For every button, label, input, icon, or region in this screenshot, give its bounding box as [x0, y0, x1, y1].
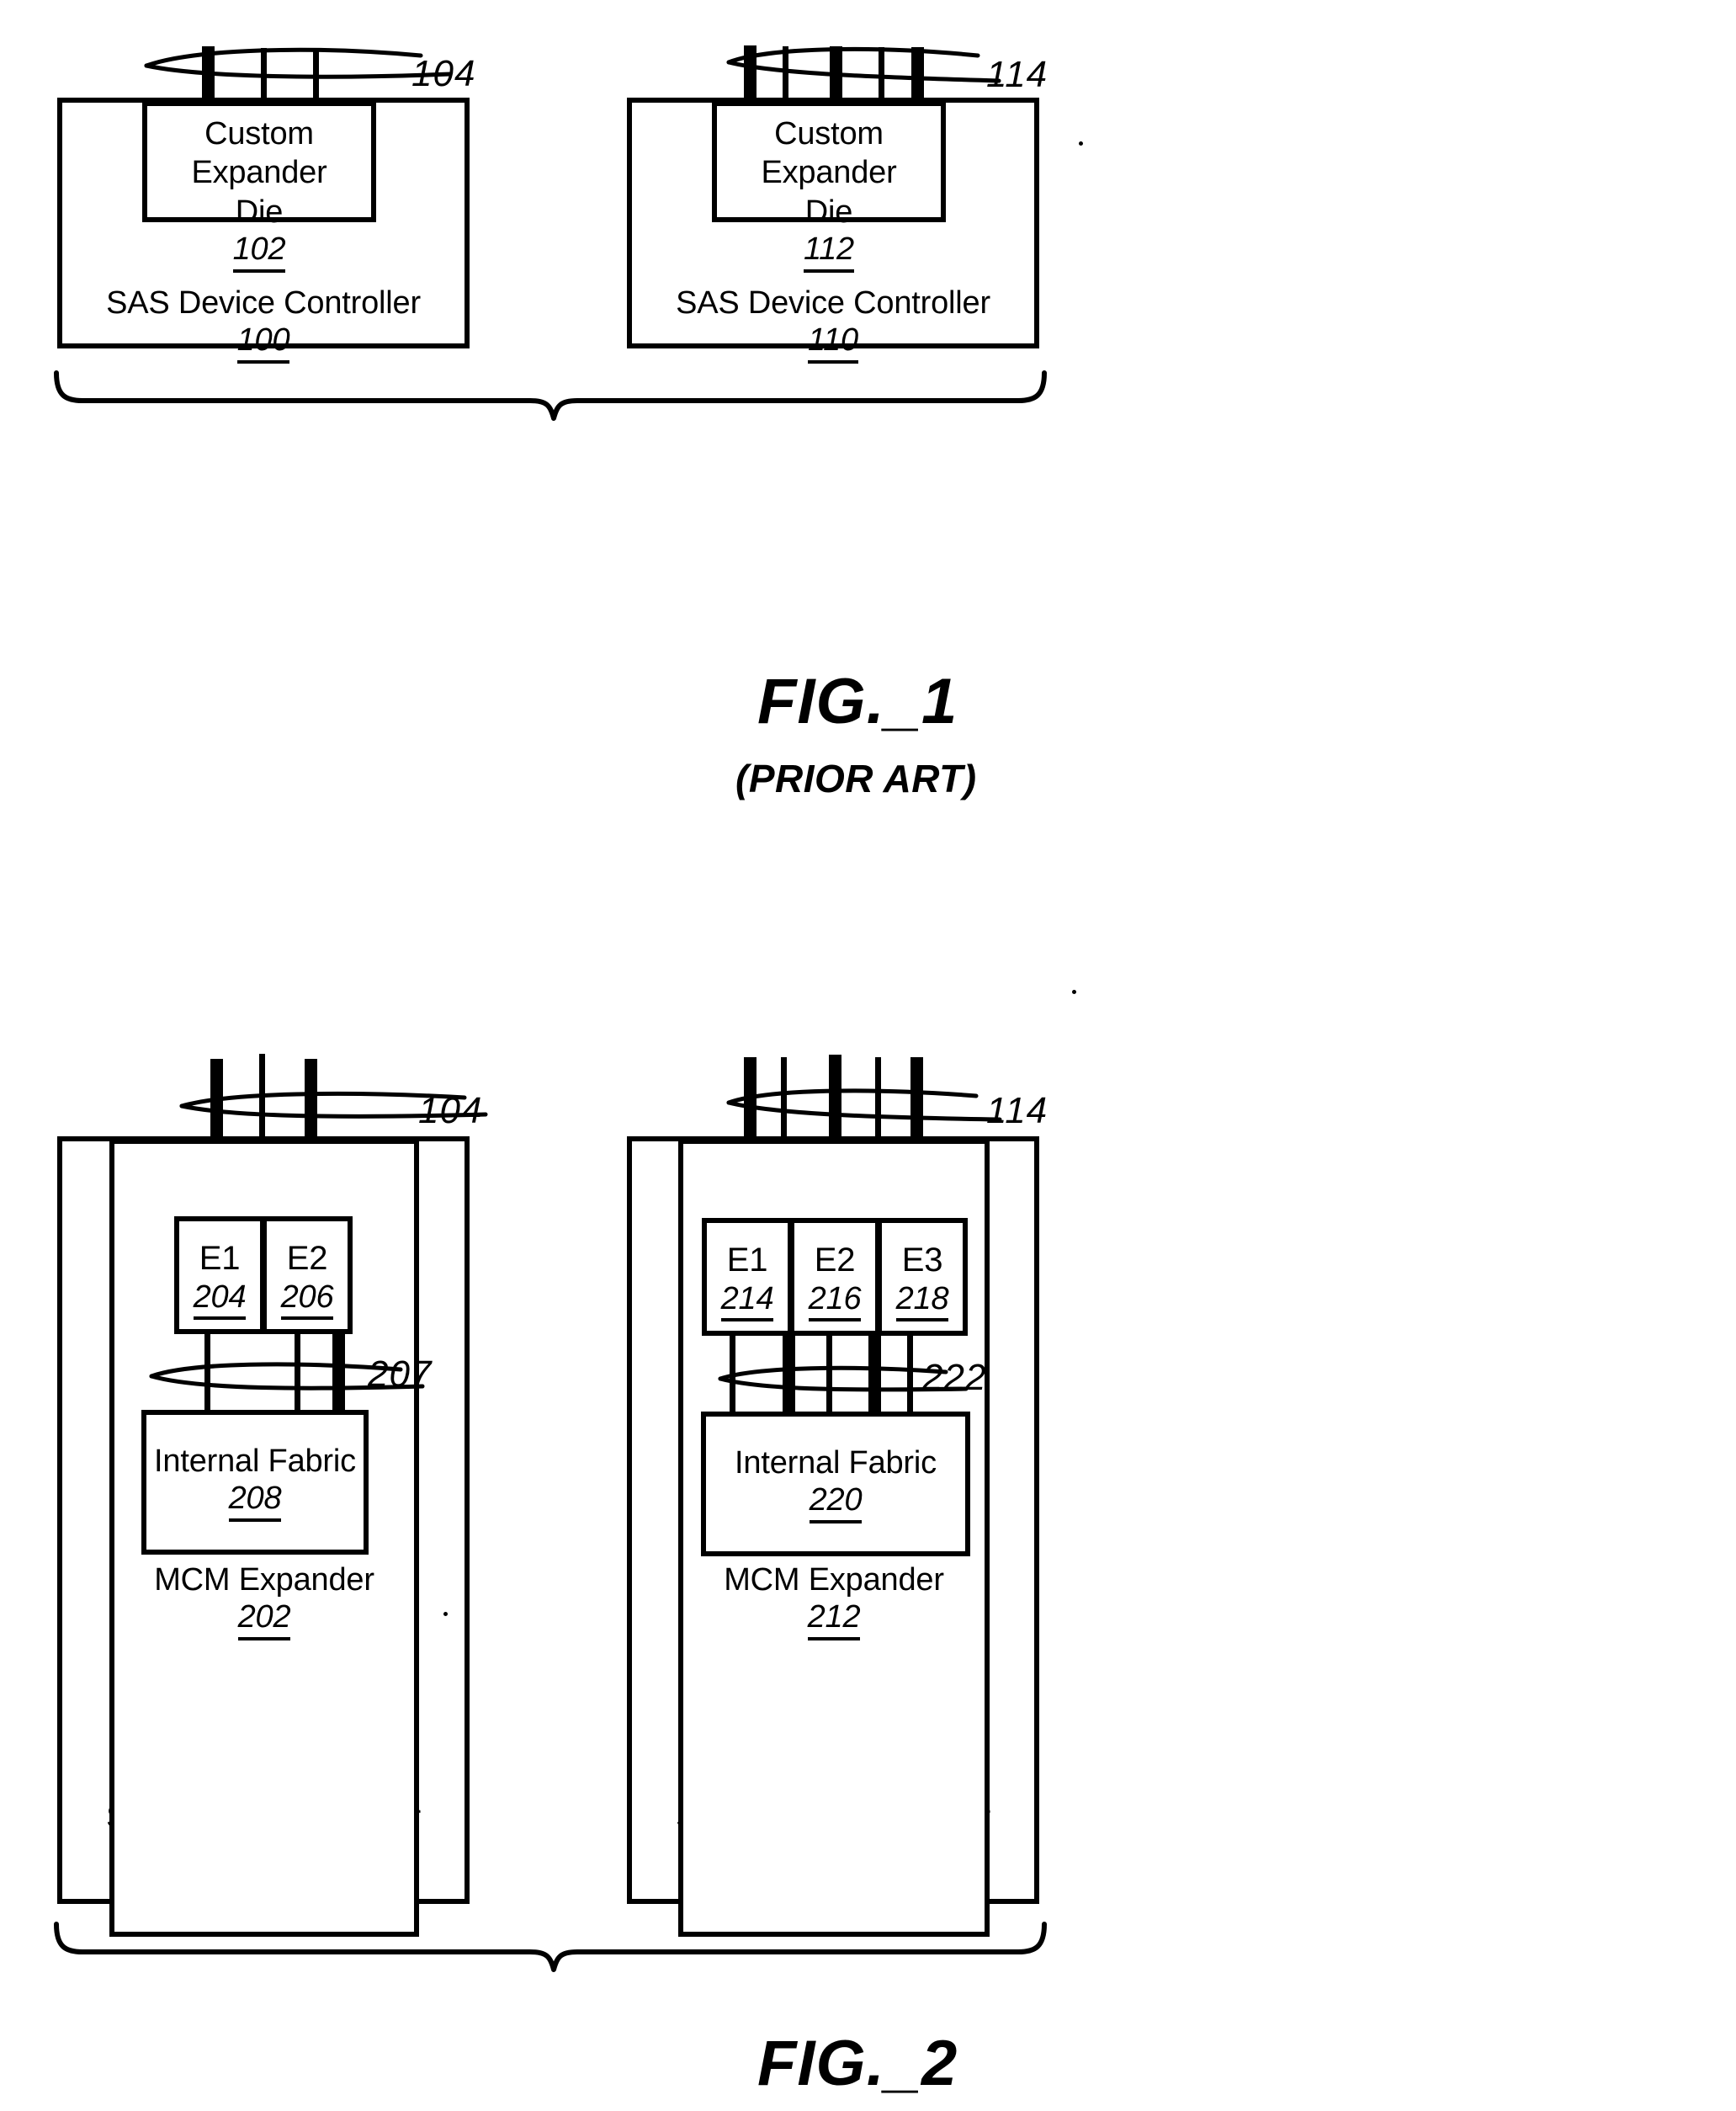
bus-lead [875, 1057, 881, 1138]
reference-numeral-222: 222 [922, 1357, 987, 1398]
expander-e2-206: E2 206 [262, 1216, 353, 1334]
internal-fabric-208-title: Internal Fabric [154, 1444, 356, 1479]
figure-1-brace [54, 370, 1047, 421]
bus-lead [910, 1057, 923, 1138]
mcm-expander-212-title: MCM Expander [724, 1562, 944, 1598]
expander-e2-206-number: 206 [280, 1279, 334, 1321]
internal-fabric-220: Internal Fabric 220 [701, 1412, 970, 1556]
reference-numeral-114: 114 [986, 1090, 1049, 1131]
mcm-expander-202-title: MCM Expander [154, 1562, 374, 1598]
custom-expander-die-102: Custom Expander Die 102 [142, 101, 376, 273]
bus-lead [744, 1057, 757, 1138]
mcm-expander-212-number: 212 [807, 1599, 861, 1641]
expander-e1-214: E1 214 [702, 1218, 793, 1336]
bus-lead [210, 1059, 223, 1138]
internal-fabric-208-label: Internal Fabric 208 [146, 1442, 364, 1523]
expander-e2-216: E2 216 [789, 1218, 880, 1336]
bus-lead [829, 1055, 841, 1138]
expander-e1-214-title: E1 [726, 1242, 768, 1279]
figure-2-caption: FIG._2 [757, 2028, 958, 2099]
expander-e3-218: E3 218 [877, 1218, 968, 1336]
expander-e3-218-label: E3 218 [882, 1240, 963, 1322]
custom-expander-die-112: Custom Expander Die 112 [712, 101, 946, 273]
expander-e2-206-title: E2 [286, 1240, 328, 1277]
scan-speck [1072, 990, 1076, 994]
custom-expander-die-102-label: Custom Expander Die 102 [147, 114, 371, 273]
sas-device-controller-100-label: SAS Device Controller 100 [62, 284, 465, 364]
custom-expander-die-102-title-line2: Die [235, 194, 284, 230]
internal-fabric-208-number: 208 [228, 1481, 282, 1523]
expander-e2-216-number: 216 [808, 1281, 862, 1322]
mcm-expander-202-number: 202 [237, 1599, 291, 1641]
bus-lead [313, 48, 319, 102]
internal-fabric-208: Internal Fabric 208 [141, 1410, 369, 1555]
bus-lead [261, 48, 267, 102]
custom-expander-die-112-title-line1: Custom Expander [761, 116, 897, 191]
expander-e2-216-label: E2 216 [794, 1240, 875, 1322]
drawing-sheet: 104 SAS Device Controller 100 Custom Exp… [0, 0, 1736, 2111]
bus-lead [781, 1057, 787, 1138]
reference-numeral-207: 207 [368, 1353, 433, 1395]
custom-expander-die-112-title-line2: Die [804, 194, 853, 230]
expander-e1-204-number: 204 [193, 1279, 247, 1321]
expander-e1-214-number: 214 [720, 1281, 774, 1322]
custom-expander-die-102-title-line1: Custom Expander [191, 116, 327, 191]
bus-lead [305, 1059, 317, 1138]
reference-numeral-104: 104 [418, 1090, 483, 1131]
expander-e2-216-title: E2 [814, 1242, 856, 1279]
custom-expander-die-112-number: 112 [804, 231, 854, 273]
expander-e1-214-label: E1 214 [707, 1240, 788, 1322]
sas-device-controller-110-label: SAS Device Controller 110 [632, 284, 1034, 364]
scan-speck [1079, 141, 1083, 146]
internal-fabric-220-number: 220 [809, 1482, 863, 1524]
bus-lead [783, 46, 788, 103]
mcm-expander-202-label: MCM Expander 202 [114, 1561, 414, 1641]
figure-2-brace [54, 1922, 1047, 1972]
sas-device-controller-100-number: 100 [236, 322, 290, 364]
bus-lead [879, 47, 884, 103]
bus-symbol-104 [143, 44, 454, 84]
bus-symbol-114 [725, 44, 1003, 88]
figure-1-subcaption: (PRIOR ART) [735, 757, 977, 800]
sas-device-controller-110-title: SAS Device Controller [676, 285, 990, 321]
internal-fabric-220-label: Internal Fabric 220 [706, 1444, 965, 1524]
bus-lead [202, 46, 215, 102]
expander-e1-204-label: E1 204 [179, 1238, 260, 1321]
custom-expander-die-102-number: 102 [232, 231, 286, 273]
expander-e2-206-label: E2 206 [267, 1238, 348, 1321]
custom-expander-die-112-label: Custom Expander Die 112 [717, 114, 941, 273]
sas-device-controller-110-number: 110 [808, 322, 858, 364]
bus-lead [744, 45, 757, 103]
bus-lead [259, 1054, 265, 1138]
bus-lead [830, 46, 842, 103]
mcm-expander-212-label: MCM Expander 212 [683, 1561, 985, 1641]
reference-numeral-114: 114 [986, 54, 1049, 95]
sas-device-controller-100-title: SAS Device Controller [106, 285, 421, 321]
expander-e3-218-title: E3 [901, 1242, 943, 1279]
expander-e3-218-number: 218 [895, 1281, 949, 1322]
figure-1-caption: FIG._1 [757, 666, 958, 737]
expander-e1-204-title: E1 [199, 1240, 241, 1277]
bus-lead [911, 47, 924, 103]
scan-speck [443, 1612, 448, 1616]
internal-fabric-220-title: Internal Fabric [735, 1445, 937, 1481]
reference-numeral-104: 104 [411, 53, 476, 94]
bus-symbol-114 [725, 1086, 1003, 1126]
expander-e1-204: E1 204 [174, 1216, 265, 1334]
